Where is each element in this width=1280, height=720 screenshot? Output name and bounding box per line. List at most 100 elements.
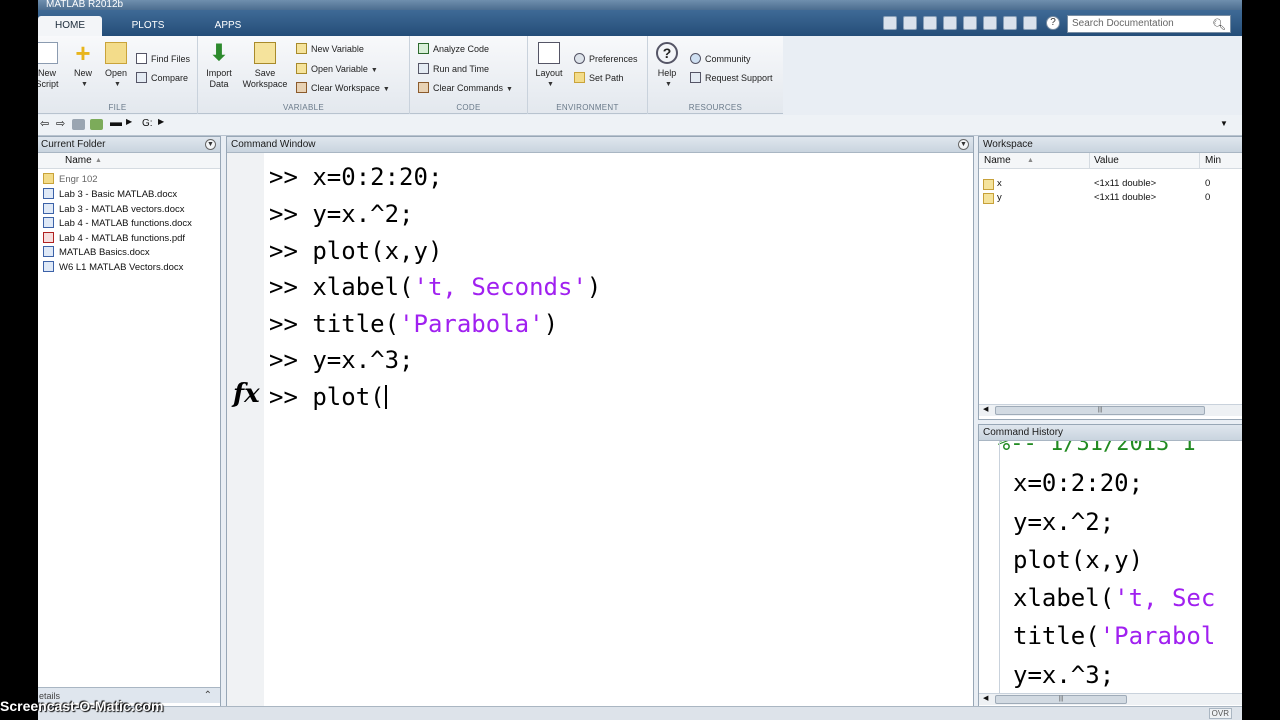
min-column-header[interactable]: Min [1205,153,1221,169]
workspace-title: Workspace [979,137,1242,153]
file-item[interactable]: Lab 3 - Basic MATLAB.docx [43,188,177,202]
history-entry[interactable]: x=0:2:20; [1013,470,1143,496]
chevron-down-icon: ▼ [665,81,672,88]
chevron-down-icon: ▼ [382,86,390,93]
history-scrollbar[interactable]: ◀ ||| [979,693,1242,705]
paste-icon[interactable] [963,16,977,30]
name-column-header[interactable]: Name [984,153,1011,169]
analyze-code-button[interactable]: Analyze Code [418,41,489,57]
panel-menu-icon[interactable]: ▼ [205,139,216,150]
history-entry[interactable]: plot(x,y) [1013,547,1143,573]
run-and-time-icon [418,63,429,74]
help-icon[interactable]: ? [1046,16,1060,30]
history-entry[interactable]: y=x.^2; [1013,509,1114,535]
import-data-button[interactable]: ⬇ Import Data [202,42,236,90]
name-column-header[interactable]: Name ▲ [38,153,220,169]
file-item[interactable]: Lab 3 - MATLAB vectors.docx [43,203,185,217]
new-script-button[interactable]: New Script [38,42,62,90]
set-path-button[interactable]: Set Path [574,70,624,86]
clear-workspace-button[interactable]: Clear Workspace ▼ [296,80,390,96]
up-folder-icon[interactable] [72,119,85,130]
analyze-code-icon [418,43,429,54]
command-window-panel[interactable]: Command Window ▼ fx >> x=0:2:20; >> y=x.^… [226,136,974,708]
redo-icon[interactable] [1003,16,1017,30]
variable-group-label: VARIABLE [283,103,324,112]
clear-commands-button[interactable]: Clear Commands ▼ [418,80,513,96]
preferences-button[interactable]: Preferences [574,51,638,67]
request-support-button[interactable]: Request Support [690,70,773,86]
word-doc-icon [43,203,54,214]
workspace-scrollbar[interactable]: ◀ ||| [979,404,1242,416]
scrollbar-thumb[interactable]: ||| [995,406,1205,415]
open-variable-button[interactable]: Open Variable ▼ [296,61,378,77]
folder-item[interactable]: Engr 102 [43,173,98,187]
open-button[interactable]: Open ▼ [102,42,130,90]
file-item[interactable]: Lab 4 - MATLAB functions.docx [43,217,192,231]
column-divider[interactable] [1199,153,1200,169]
chevron-down-icon: ▼ [547,81,554,88]
chevron-down-icon: ▼ [81,81,88,88]
function-browser-icon[interactable]: fx [233,379,260,409]
layout-button[interactable]: Layout ▼ [532,42,566,90]
workspace-panel: Workspace Name ▲ Value Min x <1x11 doubl… [978,136,1242,420]
status-bar: OVR [38,706,1242,720]
command-line: >> xlabel('t, Seconds') [269,273,602,301]
history-entry[interactable]: y=x.^3; [1013,662,1114,688]
command-input-line[interactable]: >> plot( [269,384,387,410]
find-files-icon [136,53,147,64]
compare-button[interactable]: Compare [136,70,188,86]
word-doc-icon [43,188,54,199]
file-item[interactable]: W6 L1 MATLAB Vectors.docx [43,261,183,275]
browse-folder-icon[interactable] [90,119,103,130]
back-arrow-icon[interactable]: ⇦ [40,117,49,130]
toolstrip-tabs: HOME PLOTS APPS ? [38,10,1242,36]
workspace-row[interactable]: x <1x11 double> 0 [979,177,1242,191]
scroll-left-icon[interactable]: ◀ [983,694,988,702]
save-icon[interactable] [903,16,917,30]
environment-group: Layout ▼ Preferences Set Path ENVIRONMEN… [528,36,648,114]
sort-arrow-icon: ▲ [1027,157,1034,164]
find-files-button[interactable]: Find Files [136,51,190,67]
new-variable-button[interactable]: New Variable [296,41,364,57]
scroll-left-icon[interactable]: ◀ [983,405,988,413]
history-entry[interactable]: xlabel('t, Sec [1013,585,1215,611]
right-black-border [1242,0,1280,720]
run-and-time-button[interactable]: Run and Time [418,61,489,77]
compare-icon [136,72,147,83]
search-icon[interactable]: 🔍︎ [1212,17,1226,33]
file-item[interactable]: Lab 4 - MATLAB functions.pdf [43,232,185,246]
community-button[interactable]: Community [690,51,751,67]
forward-arrow-icon[interactable]: ⇨ [56,117,65,130]
save-workspace-button[interactable]: Save Workspace [240,42,290,90]
save-workspace-icon [254,42,276,64]
value-column-header[interactable]: Value [1094,153,1119,169]
switch-windows-icon[interactable] [1023,16,1037,30]
current-path[interactable]: G: [142,118,153,129]
tab-apps[interactable]: APPS [196,16,260,36]
file-item[interactable]: MATLAB Basics.docx [43,246,150,260]
copy-icon[interactable] [943,16,957,30]
import-arrow-icon: ⬇ [209,40,229,65]
new-button[interactable]: + New ▼ [68,40,98,90]
folder-icon [43,173,54,184]
search-documentation-input[interactable]: Search Documentation 🔍︎ [1067,15,1231,33]
expand-chevron-icon[interactable]: ⌃ [204,688,212,704]
command-line: >> x=0:2:20; [269,163,443,191]
undo-icon[interactable] [983,16,997,30]
help-button[interactable]: ? Help ▼ [652,42,682,90]
scrollbar-thumb[interactable]: ||| [995,695,1127,704]
tab-plots[interactable]: PLOTS [116,16,180,36]
cut-icon[interactable] [923,16,937,30]
gear-icon [574,53,585,64]
tab-home[interactable]: HOME [38,16,102,36]
matlab-window: MATLAB R2012b HOME PLOTS APPS ? Search D… [38,0,1242,720]
panel-menu-icon[interactable]: ▼ [958,139,969,150]
path-dropdown-icon[interactable]: ▼ [1220,119,1228,128]
history-entry[interactable]: title('Parabol [1013,623,1215,649]
column-divider[interactable] [1089,153,1090,169]
variable-icon [983,193,994,204]
workspace-row[interactable]: y <1x11 double> 0 [979,191,1242,205]
quick-access-icon[interactable] [883,16,897,30]
window-title: MATLAB R2012b [38,0,1242,10]
search-placeholder: Search Documentation [1072,18,1174,29]
